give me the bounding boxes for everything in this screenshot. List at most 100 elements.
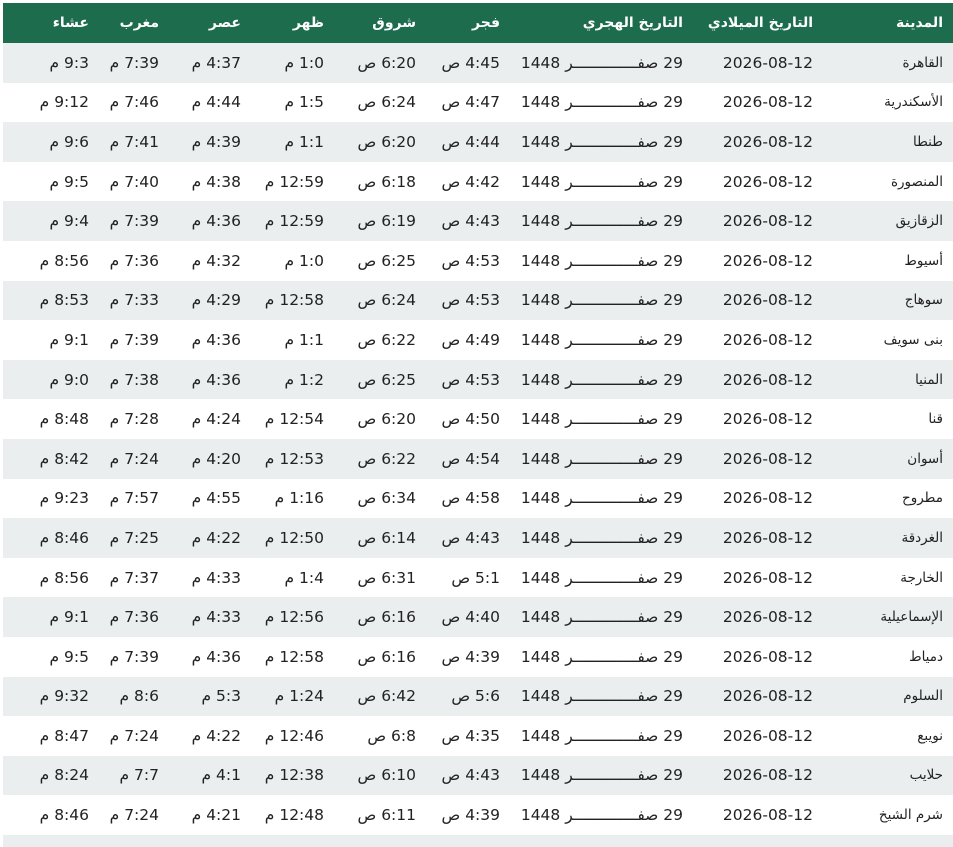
cell-dhuhr: 1:1 م (284, 132, 324, 151)
cell-isha: 9:5 م (49, 172, 89, 191)
cell-gregorian-date: 2026-08-12 (722, 528, 813, 547)
cell-maghrib: 7:40 م (109, 172, 159, 191)
header-fajr: فجر (472, 15, 500, 31)
cell-hijri-date: 29 صفــــــــــــــر 1448 (520, 766, 683, 785)
cell-maghrib: 7:25 م (109, 528, 159, 547)
table-row-partial (3, 835, 953, 847)
cell-sunrise: 6:16 ص (357, 608, 416, 627)
cell-sunrise: 6:31 ص (357, 568, 416, 587)
cell-hijri-date: 29 صفــــــــــــــر 1448 (520, 608, 683, 627)
cell-dhuhr: 1:2 م (284, 370, 324, 389)
cell-maghrib: 7:39 م (109, 330, 159, 349)
cell-isha: 8:46 م (39, 528, 89, 547)
cell-sunrise: 6:42 ص (357, 687, 416, 706)
table-row: القاهرة 2026-08-12 29 صفــــــــــــــر 14… (3, 43, 953, 83)
cell-isha: 9:32 م (39, 687, 89, 706)
cell-fajr: 4:43 ص (441, 766, 500, 785)
cell-city: الزقازيق (895, 213, 943, 230)
table-row: السلوم 2026-08-12 29 صفــــــــــــــر 144… (3, 676, 953, 717)
cell-fajr: 4:49 ص (441, 330, 500, 349)
cell-city: بنى سويف (883, 331, 943, 348)
cell-isha: 8:48 م (39, 410, 89, 429)
cell-maghrib: 7:39 م (109, 53, 159, 72)
cell-hijri-date: 29 صفــــــــــــــر 1448 (520, 370, 683, 389)
cell-city: القاهرة (902, 54, 943, 71)
cell-isha: 9:3 م (49, 53, 89, 72)
cell-city: المنيا (915, 371, 943, 388)
cell-asr: 4:20 م (191, 449, 241, 468)
cell-dhuhr: 1:24 م (274, 687, 324, 706)
cell-maghrib: 7:46 م (109, 93, 159, 112)
table-row: الإسماعيلية 2026-08-12 29 صفــــــــــــــ… (3, 597, 953, 637)
header-isha: عشاء (52, 15, 89, 31)
cell-asr: 4:24 م (191, 410, 241, 429)
cell-gregorian-date: 2026-08-12 (722, 568, 813, 587)
cell-sunrise: 6:19 ص (357, 212, 416, 231)
cell-isha: 9:0 م (49, 370, 89, 389)
cell-city: شرم الشيخ (878, 807, 943, 824)
cell-hijri-date: 29 صفــــــــــــــر 1448 (520, 93, 683, 112)
cell-fajr: 4:45 ص (441, 53, 500, 72)
table-row: نويبع 2026-08-12 29 صفــــــــــــــر 1448… (3, 716, 953, 756)
cell-hijri-date: 29 صفــــــــــــــر 1448 (520, 251, 683, 270)
cell-sunrise: 6:22 ص (357, 330, 416, 349)
cell-gregorian-date: 2026-08-12 (722, 251, 813, 270)
cell-dhuhr: 12:48 م (264, 806, 324, 825)
cell-sunrise: 6:24 ص (357, 93, 416, 112)
cell-sunrise: 6:34 ص (357, 489, 416, 508)
cell-hijri-date: 29 صفــــــــــــــر 1448 (520, 291, 683, 310)
cell-isha: 9:1 م (49, 330, 89, 349)
table-row: الزقازيق 2026-08-12 29 صفــــــــــــــر 1… (3, 201, 953, 241)
cell-fajr: 4:53 ص (441, 370, 500, 389)
cell-gregorian-date: 2026-08-12 (722, 687, 813, 706)
cell-hijri-date: 29 صفــــــــــــــر 1448 (520, 132, 683, 151)
cell-asr: 4:39 م (191, 132, 241, 151)
cell-dhuhr: 1:1 م (284, 330, 324, 349)
cell-fajr: 4:40 ص (441, 608, 500, 627)
cell-dhuhr: 12:58 م (264, 291, 324, 310)
cell-isha: 8:42 م (39, 449, 89, 468)
header-maghrib: مغرب (119, 15, 159, 31)
cell-asr: 4:32 م (191, 251, 241, 270)
cell-sunrise: 6:16 ص (357, 647, 416, 666)
cell-isha: 8:56 م (39, 568, 89, 587)
cell-city: سوهاج (904, 292, 943, 309)
cell-dhuhr: 1:5 م (284, 93, 324, 112)
cell-fajr: 4:54 ص (441, 449, 500, 468)
cell-hijri-date: 29 صفــــــــــــــر 1448 (520, 726, 683, 745)
cell-maghrib: 7:41 م (109, 132, 159, 151)
cell-maghrib: 8:6 م (119, 687, 159, 706)
cell-gregorian-date: 2026-08-12 (722, 132, 813, 151)
cell-isha: 8:46 م (39, 806, 89, 825)
cell-sunrise: 6:20 ص (357, 132, 416, 151)
cell-dhuhr: 1:0 م (284, 251, 324, 270)
cell-hijri-date: 29 صفــــــــــــــر 1448 (520, 806, 683, 825)
cell-city: الإسماعيلية (880, 609, 943, 626)
header-dhuhr: ظهر (292, 15, 324, 31)
cell-maghrib: 7:39 م (109, 647, 159, 666)
cell-fajr: 4:39 ص (441, 806, 500, 825)
cell-isha: 8:53 م (39, 291, 89, 310)
table-row: شرم الشيخ 2026-08-12 29 صفــــــــــــــر … (3, 795, 953, 835)
cell-fajr: 4:42 ص (441, 172, 500, 191)
cell-gregorian-date: 2026-08-12 (722, 53, 813, 72)
cell-isha: 8:56 م (39, 251, 89, 270)
cell-city: المنصورة (890, 173, 943, 190)
cell-fajr: 4:35 ص (441, 726, 500, 745)
cell-sunrise: 6:20 ص (357, 410, 416, 429)
cell-gregorian-date: 2026-08-12 (722, 370, 813, 389)
cell-fajr: 4:50 ص (441, 410, 500, 429)
cell-asr: 4:22 م (191, 726, 241, 745)
cell-maghrib: 7:36 م (109, 251, 159, 270)
cell-city: أسوان (907, 450, 943, 467)
cell-asr: 4:38 م (191, 172, 241, 191)
cell-sunrise: 6:22 ص (357, 449, 416, 468)
cell-asr: 4:22 م (191, 528, 241, 547)
cell-city: الخارجة (900, 569, 943, 586)
cell-fajr: 4:43 ص (441, 528, 500, 547)
cell-maghrib: 7:38 م (109, 370, 159, 389)
cell-isha: 9:1 م (49, 608, 89, 627)
cell-hijri-date: 29 صفــــــــــــــر 1448 (520, 53, 683, 72)
cell-isha: 9:4 م (49, 212, 89, 231)
cell-asr: 4:55 م (191, 489, 241, 508)
